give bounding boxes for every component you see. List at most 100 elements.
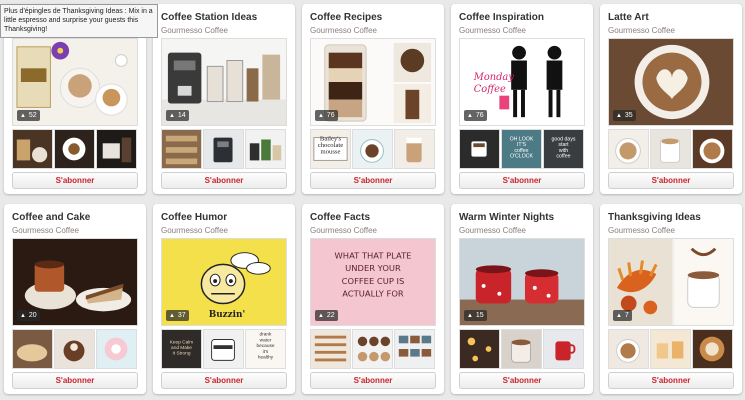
board-thumbnail[interactable]: OH LOOK IT'S coffee O'CLOCK (501, 129, 542, 169)
board-thumbnail[interactable] (310, 329, 351, 369)
board-owner[interactable]: Gourmesso Coffee (459, 26, 526, 35)
board-thumbnail[interactable]: drank water because it's healthy (245, 329, 286, 369)
follow-button[interactable]: S'abonner (12, 172, 138, 189)
pin-count: 14 (177, 112, 186, 119)
board-title[interactable]: Coffee Recipes (310, 12, 382, 23)
pin-icon: ▲ (467, 313, 473, 319)
board-title[interactable]: Coffee and Cake (12, 212, 90, 223)
follow-button[interactable]: S'abonner (608, 372, 734, 389)
board-cover-image[interactable]: Monday Coffee ▲ 76 (459, 38, 585, 126)
board-thumbnail[interactable] (352, 329, 393, 369)
board-thumbnail[interactable] (96, 129, 137, 169)
board-thumbnail[interactable] (608, 329, 649, 369)
board-thumbnail[interactable] (12, 129, 53, 169)
board-thumbnail[interactable] (161, 129, 202, 169)
follow-button[interactable]: S'abonner (459, 172, 585, 189)
board-title[interactable]: Coffee Inspiration (459, 12, 544, 23)
board-thumbnail[interactable] (12, 329, 53, 369)
board-thumbnail[interactable] (54, 329, 95, 369)
board-thumbnail[interactable] (245, 129, 286, 169)
board-thumbnail[interactable] (692, 129, 733, 169)
board-cover-image[interactable]: ▲ 7 (608, 238, 734, 326)
board-thumbnail[interactable] (54, 129, 95, 169)
board-thumbnail[interactable]: Keep Calm and Make It Strong (161, 329, 202, 369)
pin-count-badge: ▲ 20 (17, 310, 40, 321)
board-thumbnail[interactable] (692, 329, 733, 369)
recipe-thumb-text: Bailey's chocolate mousse (318, 135, 344, 155)
boards-grid: ▲ 52 S'abonner Coffee Station Ideas Gour… (0, 0, 745, 400)
follow-button[interactable]: S'abonner (310, 172, 436, 189)
board-cover-image[interactable]: ▲ 35 (608, 38, 734, 126)
board-card[interactable]: Coffee Station Ideas Gourmesso Coffee ▲ … (153, 4, 295, 194)
board-thumbnail[interactable] (394, 329, 435, 369)
follow-button[interactable]: S'abonner (310, 372, 436, 389)
board-cover-image[interactable]: ▲ 14 (161, 38, 287, 126)
board-thumbnail[interactable] (650, 129, 691, 169)
board-thumbnail[interactable] (608, 129, 649, 169)
board-thumbnail[interactable] (501, 329, 542, 369)
board-owner[interactable]: Gourmesso Coffee (310, 226, 377, 235)
board-thumbnails (459, 329, 585, 369)
board-card[interactable]: Latte Art Gourmesso Coffee ▲ 35 S'abonne… (600, 4, 742, 194)
pin-count: 76 (475, 112, 484, 119)
board-thumbnail[interactable] (459, 329, 500, 369)
pin-icon: ▲ (318, 113, 324, 119)
pin-icon: ▲ (169, 313, 175, 319)
board-owner[interactable]: Gourmesso Coffee (12, 226, 79, 235)
pin-count: 52 (28, 112, 37, 119)
pin-count-badge: ▲ 14 (166, 110, 189, 121)
board-title[interactable]: Coffee Station Ideas (161, 12, 257, 23)
board-title[interactable]: Warm Winter Nights (459, 212, 554, 223)
board-cover-image[interactable]: ▲ 15 (459, 238, 585, 326)
board-cover-image[interactable]: ▲ 20 (12, 238, 138, 326)
pin-icon: ▲ (616, 113, 622, 119)
board-thumbnails (608, 329, 734, 369)
board-thumbnails: Keep Calm and Make It Strong drank water bec… (161, 329, 287, 369)
board-card[interactable]: Warm Winter Nights Gourmesso Coffee ▲ 15 (451, 204, 593, 394)
follow-button[interactable]: S'abonner (459, 372, 585, 389)
board-card[interactable]: Coffee Inspiration Gourmesso Coffee Mond… (451, 4, 593, 194)
pin-count-badge: ▲ 37 (166, 310, 189, 321)
board-thumbnail[interactable]: good days start with coffee (543, 129, 584, 169)
pin-count-badge: ▲ 76 (315, 110, 338, 121)
board-card[interactable]: Coffee Facts Gourmesso Coffee WHAT THAT … (302, 204, 444, 394)
board-thumbnail[interactable] (543, 329, 584, 369)
board-card[interactable]: Coffee and Cake Gourmesso Coffee ▲ 20 S'… (4, 204, 146, 394)
board-thumbnail[interactable] (459, 129, 500, 169)
board-cover-image[interactable]: WHAT THAT PLATE UNDER YOUR COFFEE CUP IS AC… (310, 238, 436, 326)
board-title[interactable]: Thanksgiving Ideas (608, 212, 701, 223)
follow-button[interactable]: S'abonner (608, 172, 734, 189)
board-owner[interactable]: Gourmesso Coffee (310, 26, 377, 35)
board-card[interactable]: Coffee Humor Gourmesso Coffee Buzzin' ▲ … (153, 204, 295, 394)
board-thumbnail[interactable] (203, 129, 244, 169)
board-thumbnails: Bailey's chocolate mousse (310, 129, 436, 169)
pin-count-badge: ▲ 52 (17, 110, 40, 121)
board-owner[interactable]: Gourmesso Coffee (161, 226, 228, 235)
follow-button[interactable]: S'abonner (161, 172, 287, 189)
board-title[interactable]: Coffee Humor (161, 212, 227, 223)
board-card[interactable]: Coffee Recipes Gourmesso Coffee ▲ 76 Bai… (302, 4, 444, 194)
follow-button[interactable]: S'abonner (12, 372, 138, 389)
follow-button[interactable]: S'abonner (161, 372, 287, 389)
board-title[interactable]: Latte Art (608, 12, 649, 23)
board-owner[interactable]: Gourmesso Coffee (161, 26, 228, 35)
board-cover-image[interactable]: ▲ 76 (310, 38, 436, 126)
board-thumbnails (12, 129, 138, 169)
board-title[interactable]: Coffee Facts (310, 212, 370, 223)
board-thumbnail[interactable] (203, 329, 244, 369)
pin-count: 15 (475, 312, 484, 319)
board-thumbnail[interactable] (352, 129, 393, 169)
board-owner[interactable]: Gourmesso Coffee (459, 226, 526, 235)
pin-count-badge: ▲ 7 (613, 310, 632, 321)
board-card[interactable]: Thanksgiving Ideas Gourmesso Coffee ▲ 7 (600, 204, 742, 394)
board-thumbnail[interactable]: Bailey's chocolate mousse (310, 129, 351, 169)
board-thumbnail[interactable] (96, 329, 137, 369)
board-thumbnail[interactable] (650, 329, 691, 369)
board-cover-image[interactable]: Buzzin' ▲ 37 (161, 238, 287, 326)
board-owner[interactable]: Gourmesso Coffee (608, 226, 675, 235)
board-thumbnail[interactable] (394, 129, 435, 169)
board-cover-image[interactable]: ▲ 52 (12, 38, 138, 126)
pin-icon: ▲ (467, 113, 473, 119)
pin-count: 22 (326, 312, 335, 319)
board-owner[interactable]: Gourmesso Coffee (608, 26, 675, 35)
